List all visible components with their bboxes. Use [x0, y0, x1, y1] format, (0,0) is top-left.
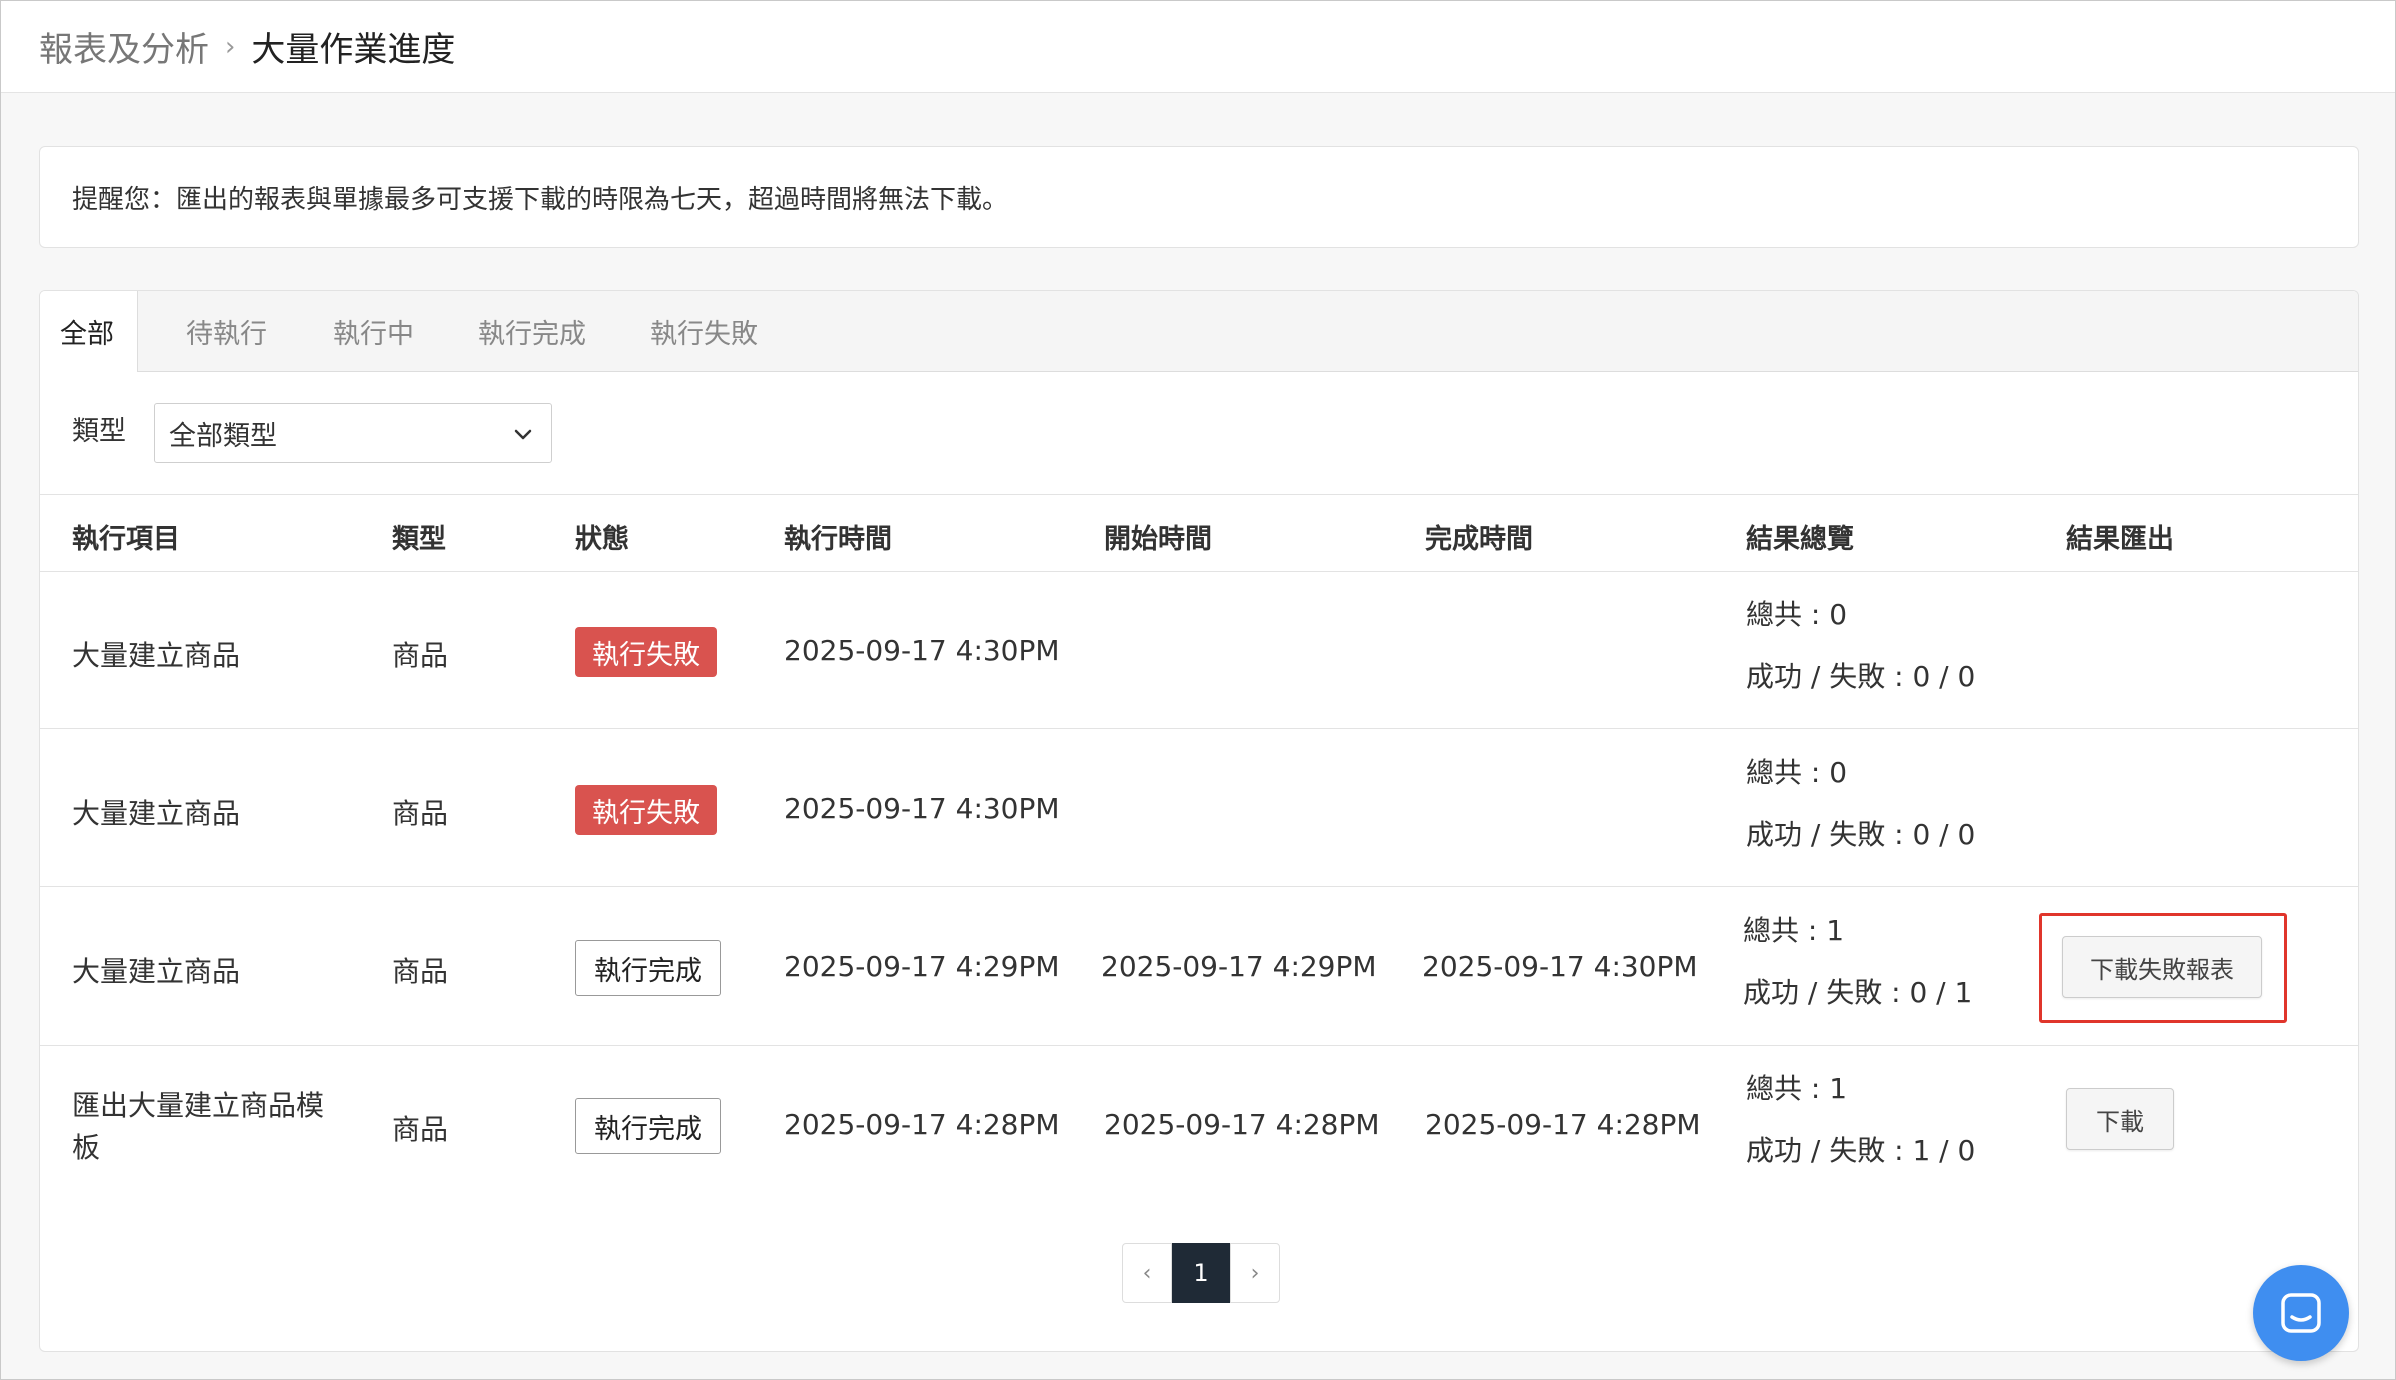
download-button[interactable]: 下載	[2066, 1088, 2174, 1150]
chat-support-button[interactable]	[2253, 1265, 2349, 1361]
notice-box: 提醒您：匯出的報表與單據最多可支援下載的時限為七天，超過時間將無法下載。	[39, 146, 2359, 248]
tab-failed[interactable]: 執行失敗	[650, 291, 758, 371]
header-start-time: 開始時間	[1104, 524, 1212, 555]
row-total: 總共 : 0	[1746, 756, 1848, 789]
row-result: 成功 / 失敗 : 0 / 0	[1746, 660, 1976, 693]
row-type: 商品	[392, 639, 449, 672]
row-exec-time: 2025-09-17 4:28PM	[784, 1108, 1060, 1141]
tab-all[interactable]: 全部	[40, 291, 138, 372]
tab-completed[interactable]: 執行完成	[478, 291, 586, 371]
row-item: 大量建立商品	[72, 955, 241, 988]
status-badge-failed: 執行失敗	[575, 785, 717, 835]
row-total: 總共 : 1	[1746, 1072, 1848, 1105]
row-total: 總共 : 1	[1743, 914, 1845, 947]
header-item: 執行項目	[72, 524, 180, 555]
row-item: 大量建立商品	[72, 797, 241, 830]
header-result-summary: 結果總覽	[1746, 524, 1854, 555]
row-item: 大量建立商品	[72, 639, 241, 672]
pagination: ‹ 1 ›	[1122, 1243, 1280, 1303]
row-total: 總共 : 0	[1746, 598, 1848, 631]
row-item: 匯出大量建立商品模板	[72, 1089, 325, 1164]
header-result-export: 結果匯出	[2066, 524, 2174, 555]
header-type: 類型	[392, 524, 446, 555]
row-exec-time: 2025-09-17 4:30PM	[784, 634, 1060, 667]
status-badge-failed: 執行失敗	[575, 627, 717, 677]
tab-running[interactable]: 執行中	[333, 291, 414, 371]
row-result: 成功 / 失敗 : 0 / 0	[1746, 818, 1976, 851]
row-divider	[40, 728, 2358, 729]
row-type: 商品	[392, 955, 449, 988]
row-divider	[40, 886, 2358, 887]
page-title: 大量作業進度	[251, 30, 456, 70]
row-start-time: 2025-09-17 4:28PM	[1104, 1108, 1380, 1141]
breadcrumb: 報表及分析 › 大量作業進度	[1, 1, 2395, 93]
chevron-down-icon	[514, 429, 532, 440]
app-frame: 報表及分析 › 大量作業進度 提醒您：匯出的報表與單據最多可支援下載的時限為七天…	[0, 0, 2396, 1380]
tab-pending[interactable]: 待執行	[186, 291, 267, 371]
divider	[40, 494, 2358, 495]
table-divider	[40, 571, 2358, 572]
header-exec-time: 執行時間	[784, 524, 892, 555]
row-start-time: 2025-09-17 4:29PM	[1101, 950, 1377, 983]
breadcrumb-parent-link[interactable]: 報表及分析	[39, 22, 209, 71]
row-result: 成功 / 失敗 : 1 / 0	[1746, 1134, 1976, 1167]
notice-text: 提醒您：匯出的報表與單據最多可支援下載的時限為七天，超過時間將無法下載。	[72, 184, 1009, 215]
type-filter-label: 類型	[72, 416, 126, 447]
chat-icon	[2281, 1293, 2321, 1333]
type-select[interactable]: 全部類型	[154, 403, 552, 463]
row-type: 商品	[392, 797, 449, 830]
status-badge-completed: 執行完成	[575, 940, 721, 996]
row-type: 商品	[392, 1113, 449, 1146]
status-tabs: 全部 待執行 執行中 執行完成 執行失敗	[40, 291, 2358, 372]
row-exec-time: 2025-09-17 4:29PM	[784, 950, 1060, 983]
jobs-panel: 全部 待執行 執行中 執行完成 執行失敗 類型 全部類型 執行項目 類型 狀態 …	[39, 290, 2359, 1352]
header-end-time: 完成時間	[1425, 524, 1533, 555]
row-exec-time: 2025-09-17 4:30PM	[784, 792, 1060, 825]
status-badge-completed: 執行完成	[575, 1098, 721, 1154]
type-select-value: 全部類型	[169, 420, 277, 452]
row-divider	[40, 1045, 2358, 1046]
row-end-time: 2025-09-17 4:30PM	[1422, 950, 1698, 983]
row-end-time: 2025-09-17 4:28PM	[1425, 1108, 1701, 1141]
pagination-prev-icon[interactable]: ‹	[1122, 1243, 1172, 1303]
pagination-page-current[interactable]: 1	[1172, 1243, 1230, 1303]
download-failure-report-button[interactable]: 下載失敗報表	[2062, 936, 2262, 998]
header-status: 狀態	[575, 524, 629, 555]
row-result: 成功 / 失敗 : 0 / 1	[1743, 976, 1973, 1009]
breadcrumb-separator-icon: ›	[225, 31, 236, 62]
pagination-next-icon[interactable]: ›	[1230, 1243, 1280, 1303]
